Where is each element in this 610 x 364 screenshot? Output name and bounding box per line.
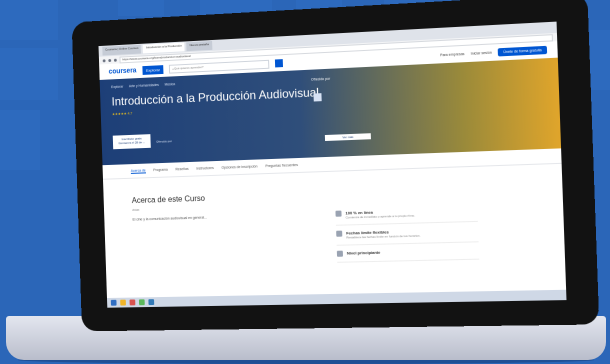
start-icon[interactable] xyxy=(110,299,117,306)
app-icon[interactable] xyxy=(148,299,155,306)
level-icon xyxy=(336,250,344,257)
media-icon[interactable] xyxy=(138,299,145,306)
for-business-link[interactable]: Para empresas xyxy=(440,52,465,57)
offered-by-text: Ofrecido por xyxy=(156,139,173,144)
background-tile xyxy=(0,0,58,40)
background-tile xyxy=(590,30,610,90)
browser-icon[interactable] xyxy=(129,299,136,306)
feature-subtitle: Restablece las fechas límite en función … xyxy=(346,233,421,240)
tab-faq[interactable]: Preguntas frecuentes xyxy=(265,163,298,168)
breadcrumb-item[interactable]: Arte y Humanidades xyxy=(129,83,159,88)
header-spacer xyxy=(289,56,434,63)
offered-by-label: Ofrecido por xyxy=(310,76,331,82)
course-description: El cine y la comunicación audiovisual en… xyxy=(132,215,207,222)
feature-title: Nivel principiante xyxy=(346,249,381,256)
feature-item: Nivel principiante xyxy=(336,242,480,263)
coursera-logo[interactable]: coursera xyxy=(109,67,137,75)
tab-syllabus[interactable]: Programa xyxy=(153,168,168,172)
enroll-button[interactable]: Inscríbete gratis Comienza el 28 de ... xyxy=(112,134,151,150)
explore-button[interactable]: Explorar xyxy=(141,64,164,75)
view-more-button[interactable]: Ver más xyxy=(324,133,371,142)
login-link[interactable]: Iniciar sesión xyxy=(471,51,492,56)
globe-icon xyxy=(335,210,342,217)
tab-enrollment[interactable]: Opciones de inscripción xyxy=(221,164,257,169)
tab-reviews[interactable]: Reseñas xyxy=(175,167,188,171)
reload-icon[interactable] xyxy=(113,58,117,62)
explorer-icon[interactable] xyxy=(120,299,126,306)
browser-tab[interactable]: Nueva pestaña xyxy=(186,41,212,52)
feature-list: 100 % en línea Comienza de inmediato y a… xyxy=(335,201,480,263)
join-button[interactable]: Únete de forma gratuita xyxy=(497,45,548,57)
back-icon[interactable] xyxy=(102,58,106,62)
background-tile xyxy=(0,48,58,100)
tab-instructors[interactable]: Instructores xyxy=(196,166,214,171)
screen: Coursera | Online Courses Introducción a… xyxy=(98,21,567,308)
university-logo-icon xyxy=(313,93,322,102)
background-tile xyxy=(118,0,164,16)
tab-about[interactable]: Acerca de xyxy=(130,168,146,174)
os-taskbar xyxy=(106,289,567,308)
search-input[interactable]: ¿Qué quieres aprender? xyxy=(169,59,270,74)
breadcrumb-item[interactable]: Música xyxy=(164,82,175,86)
search-icon[interactable] xyxy=(275,59,284,68)
calendar-icon xyxy=(336,230,343,237)
breadcrumb-item[interactable]: Explorar xyxy=(111,85,123,89)
feature-subtitle: Comienza de inmediato y aprende a tu pro… xyxy=(345,213,416,220)
background-tile xyxy=(0,110,40,170)
enroll-sublabel: Comienza el 28 de ... xyxy=(118,140,146,146)
forward-icon[interactable] xyxy=(108,58,112,62)
laptop-screen-bezel: Coursera | Online Courses Introducción a… xyxy=(71,0,600,332)
